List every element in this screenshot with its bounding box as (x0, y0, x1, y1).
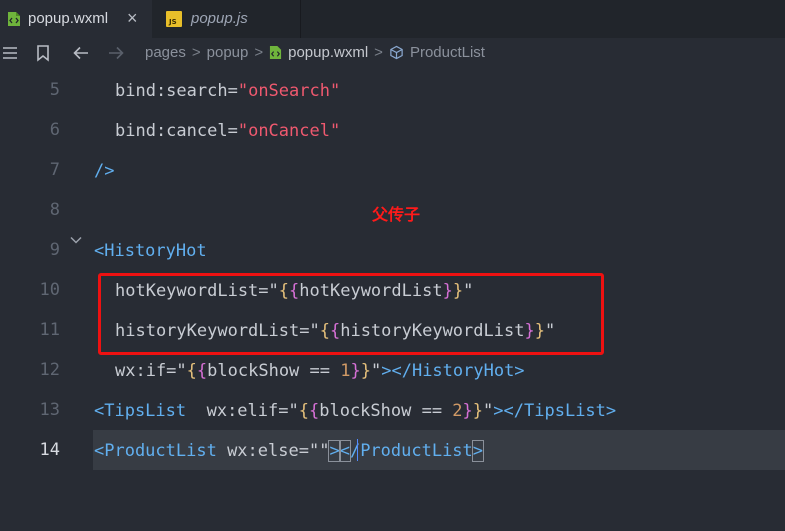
code-line: 13 <TipsList wx:elif="{{blockShow == 2}}… (0, 390, 785, 430)
forward-arrow-icon[interactable] (107, 43, 125, 63)
expression: blockShow == (319, 401, 453, 421)
breadcrumb-separator: > (254, 44, 264, 61)
line-number: 14 (39, 440, 60, 460)
code-text: <ProductList wx:else=""></ProductList> (94, 440, 485, 462)
annotation-highlight-box (98, 273, 604, 355)
line-number: 9 (49, 240, 60, 260)
text-cursor (357, 439, 358, 461)
quote: " (308, 441, 320, 461)
code-line: 5 bind:search="onSearch" (0, 70, 785, 110)
line-number: 6 (49, 120, 60, 140)
tag-open: <TipsList (94, 401, 187, 421)
js-icon-text: JS (168, 18, 177, 26)
brace: } (462, 401, 473, 421)
wxml-file-icon (269, 45, 282, 60)
brace: { (186, 361, 197, 381)
tag-close: /> (94, 161, 115, 181)
line-number: 11 (39, 320, 60, 340)
attribute-name: bind:search= (115, 81, 238, 101)
code-text: <TipsList wx:elif="{{blockShow == 2}}"><… (94, 400, 616, 422)
number: 1 (340, 361, 351, 381)
quote: " (176, 361, 187, 381)
back-arrow-icon[interactable] (72, 43, 90, 63)
expression: blockShow == (207, 361, 341, 381)
code-text: wx:if="{{blockShow == 1}}"></HistoryHot> (115, 360, 525, 382)
code-line: 12 wx:if="{{blockShow == 1}}"></HistoryH… (0, 350, 785, 390)
brace: { (308, 401, 320, 421)
breadcrumb-separator: > (374, 44, 383, 61)
quote: " (288, 401, 299, 421)
attribute-name: bind:cancel= (115, 121, 238, 141)
js-file-icon: JS (166, 11, 182, 27)
component-symbol-icon (389, 45, 404, 60)
attribute-name: wx:if= (115, 361, 177, 381)
tag-open: <ProductList (94, 441, 217, 461)
line-number: 12 (39, 360, 60, 380)
breadcrumb-bar: pages > popup > popup.wxml > ProductList (0, 38, 785, 68)
code-editor[interactable]: 5 bind:search="onSearch" 6 bind:cancel="… (0, 68, 785, 531)
code-text: bind:search="onSearch" (115, 80, 340, 102)
close-icon[interactable]: × (127, 8, 138, 28)
tag-open: <HistoryHot (94, 241, 207, 261)
tab-popup-js[interactable]: JS popup.js (153, 0, 301, 38)
string-quote: " (329, 81, 341, 101)
string-quote: " (237, 121, 249, 141)
string-value: onSearch (248, 81, 330, 101)
brace: } (360, 361, 371, 381)
brace: } (472, 401, 484, 421)
bracket-match: > (328, 440, 341, 462)
line-number: 13 (39, 400, 60, 420)
breadcrumb-item-popup[interactable]: popup (207, 44, 249, 61)
annotation-label: 父传子 (372, 205, 421, 224)
line-number: 10 (39, 280, 60, 300)
attribute-name: wx:else= (216, 441, 309, 461)
tag-close: </TipsList> (503, 401, 617, 421)
line-number: 5 (49, 80, 60, 100)
tab-label: popup.wxml (28, 10, 109, 27)
menu-icon[interactable] (2, 43, 18, 63)
breadcrumb-item-symbol[interactable]: ProductList (410, 44, 485, 61)
tag-bracket: > (381, 361, 392, 381)
breadcrumb-item-file[interactable]: popup.wxml (288, 44, 368, 61)
brace: } (350, 361, 361, 381)
string-value: onCancel (248, 121, 330, 141)
tag-close: </HistoryHot> (391, 361, 525, 381)
wxml-file-icon (7, 11, 21, 27)
code-line: 7 /> (0, 150, 785, 190)
bracket-match: < (338, 440, 351, 462)
line-number: 7 (49, 160, 60, 180)
bracket-match: > (471, 440, 485, 462)
tag-close-name: /ProductList (349, 441, 473, 461)
breadcrumb-separator: > (191, 44, 201, 61)
tab-popup-wxml[interactable]: popup.wxml × (0, 0, 152, 38)
number: 2 (452, 401, 463, 421)
brace: { (298, 401, 309, 421)
string-quote: " (237, 81, 249, 101)
quote: " (370, 361, 382, 381)
tab-bar: popup.wxml × JS popup.js (0, 0, 785, 38)
attribute-name: wx:elif= (186, 401, 289, 421)
tab-label: popup.js (191, 10, 248, 27)
code-line: 9 <HistoryHot (0, 230, 785, 270)
string-quote: " (329, 121, 341, 141)
line-number: 8 (49, 200, 60, 220)
code-text: bind:cancel="onCancel" (115, 120, 340, 142)
breadcrumb: pages > popup > popup.wxml > ProductList (145, 44, 485, 61)
brace: { (196, 361, 208, 381)
quote: " (319, 441, 330, 461)
quote: " (483, 401, 494, 421)
bookmark-icon[interactable] (35, 43, 51, 63)
tag-bracket: > (493, 401, 504, 421)
code-line-current: 14 <ProductList wx:else=""></ProductList… (0, 430, 785, 470)
breadcrumb-item-pages[interactable]: pages (145, 44, 186, 61)
code-line: 6 bind:cancel="onCancel" (0, 110, 785, 150)
